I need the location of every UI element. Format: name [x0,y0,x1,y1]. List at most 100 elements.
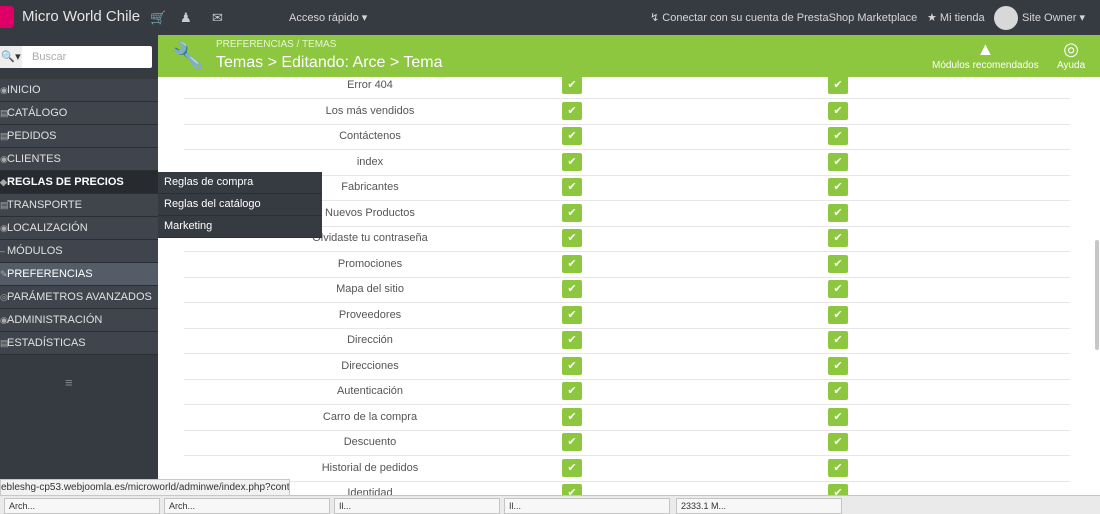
check-icon[interactable]: ✔ [562,101,582,120]
my-shop-link[interactable]: ★ Mi tienda [927,11,985,24]
check-icon[interactable]: ✔ [828,178,848,196]
recommended-modules-button[interactable]: ▲ Módulos recomendados [932,38,1039,71]
sidebar-item-7[interactable]: – MÓDULOS [0,240,158,263]
check-icon[interactable]: ✔ [562,254,582,273]
check-icon[interactable]: ✔ [562,484,582,495]
prestashop-logo[interactable] [0,6,14,28]
check-icon[interactable]: ✔ [828,203,848,222]
sidebar-item-9[interactable]: ◎PARÁMETROS AVANZADOS [0,286,158,309]
sidebar-item-3[interactable]: ◉CLIENTES [0,148,158,171]
table-row: Error 404 ✔ ✔ [184,77,1070,99]
submenu-item-1[interactable]: Reglas del catálogo [158,194,322,216]
check-icon[interactable]: ✔ [562,178,582,196]
taskbar-item-1[interactable]: Arch... [164,498,330,514]
taskbar: Arch... Arch... Il... Il... 2333.1 M... [0,495,1100,514]
user-icon[interactable]: ♟ [180,10,192,26]
check-icon[interactable]: ✔ [562,229,582,247]
sidebar-item-label: MÓDULOS [7,245,63,257]
marketplace-connect-label: Conectar con su cuenta de PrestaShop Mar… [662,12,918,24]
sidebar-item-5[interactable]: ▤TRANSPORTE [0,194,158,217]
sidebar-item-8[interactable]: ✎PREFERENCIAS [0,263,158,286]
shop-name[interactable]: Micro World Chile [22,8,140,25]
check-icon[interactable]: ✔ [828,484,848,495]
check-icon[interactable]: ✔ [828,382,848,400]
cart-icon[interactable]: 🛒 [150,10,166,26]
check-icon[interactable]: ✔ [562,356,582,375]
check-icon[interactable]: ✔ [828,101,848,120]
sidebar-item-icon: ▤ [0,338,9,348]
submenu-item-2[interactable]: Marketing [158,216,322,238]
sidebar: 🔍▾ Buscar ◉INICIO ▤CATÁLOGO ▤PEDIDOS ◉CLIEN… [0,35,158,495]
sidebar-item-0[interactable]: ◉INICIO [0,79,158,102]
sidebar-item-icon: ◉ [0,223,8,233]
page-header: 🔧 PREFERENCIAS / TEMAS Temas > Editando:… [158,35,1100,77]
check-icon[interactable]: ✔ [828,305,848,324]
sidebar-item-1[interactable]: ▤CATÁLOGO [0,102,158,125]
page-name: Error 404 [347,79,393,91]
taskbar-item-4[interactable]: 2333.1 M... [676,498,842,514]
sidebar-item-label: PARÁMETROS AVANZADOS [7,291,152,303]
marketplace-connect-link[interactable]: ↯ Conectar con su cuenta de PrestaShop M… [650,11,917,24]
table-row: Descuento ✔ ✔ [184,430,1070,456]
page-name: index [356,155,384,168]
mail-icon[interactable]: ✉ [212,10,223,26]
check-icon[interactable]: ✔ [828,254,848,273]
sidebar-item-icon: ✎ [0,269,8,279]
help-label: Ayuda [1057,60,1086,71]
search-options-button[interactable]: 🔍▾ [0,46,22,68]
sidebar-item-label: PEDIDOS [7,130,57,142]
check-icon[interactable]: ✔ [562,407,582,426]
check-icon[interactable]: ✔ [828,331,848,349]
scrollbar[interactable] [1095,240,1099,350]
sidebar-item-label: PREFERENCIAS [7,268,93,280]
check-icon[interactable]: ✔ [828,407,848,426]
check-icon[interactable]: ✔ [828,152,848,171]
sidebar-item-2[interactable]: ▤PEDIDOS [0,125,158,148]
menu-collapse-icon[interactable]: ≡ [65,375,73,390]
submenu-item-0[interactable]: Reglas de compra [158,172,322,194]
check-icon[interactable]: ✔ [562,127,582,145]
check-icon[interactable]: ✔ [562,331,582,349]
help-button[interactable]: ◎ Ayuda [1057,38,1085,71]
sidebar-item-4[interactable]: ◆REGLAS DE PRECIOS [0,171,158,194]
check-icon[interactable]: ✔ [828,433,848,451]
check-icon[interactable]: ✔ [828,356,848,375]
taskbar-item-3[interactable]: Il... [504,498,670,514]
employee-menu[interactable]: Site Owner ▾ [1022,11,1085,24]
puzzle-icon: ▲ [976,39,995,59]
sidebar-item-10[interactable]: ◉ADMINISTRACIÓN [0,309,158,332]
sidebar-item-11[interactable]: ▤ESTADÍSTICAS [0,332,158,355]
check-icon[interactable]: ✔ [562,382,582,400]
page-name: Contáctenos [339,130,401,142]
search-input[interactable]: Buscar [32,51,66,63]
sidebar-item-label: ADMINISTRACIÓN [7,314,103,326]
sidebar-item-icon: ◉ [0,154,8,164]
price-rules-submenu: Reglas de compra Reglas del catálogo Marke… [158,172,322,238]
check-icon[interactable]: ✔ [828,127,848,145]
check-icon[interactable]: ✔ [562,152,582,171]
check-icon[interactable]: ✔ [562,305,582,324]
check-icon[interactable]: ✔ [562,280,582,298]
check-icon[interactable]: ✔ [828,77,848,94]
quick-access-menu[interactable]: Acceso rápido ▾ [289,11,367,24]
sidebar-item-6[interactable]: ◉LOCALIZACIÓN [0,217,158,240]
page-name: Mapa del sitio [336,283,404,295]
check-icon[interactable]: ✔ [562,203,582,222]
page-name: Historial de pedidos [321,461,419,474]
avatar[interactable] [994,6,1018,30]
check-icon[interactable]: ✔ [562,433,582,451]
sidebar-item-label: REGLAS DE PRECIOS [7,176,124,188]
table-row: Identidad ✔ ✔ [184,481,1070,495]
sidebar-item-icon: ◉ [0,315,8,325]
check-icon[interactable]: ✔ [562,458,582,477]
check-icon[interactable]: ✔ [828,229,848,247]
check-icon[interactable]: ✔ [828,280,848,298]
check-icon[interactable]: ✔ [828,458,848,477]
taskbar-item-0[interactable]: Arch... [4,498,160,514]
table-row: Los más vendidos ✔ ✔ [184,99,1070,125]
page-name: Direcciones [341,359,399,372]
check-icon[interactable]: ✔ [562,77,582,94]
taskbar-item-2[interactable]: Il... [334,498,500,514]
page-name: Descuento [343,436,397,448]
breadcrumb[interactable]: PREFERENCIAS / TEMAS [216,39,336,50]
